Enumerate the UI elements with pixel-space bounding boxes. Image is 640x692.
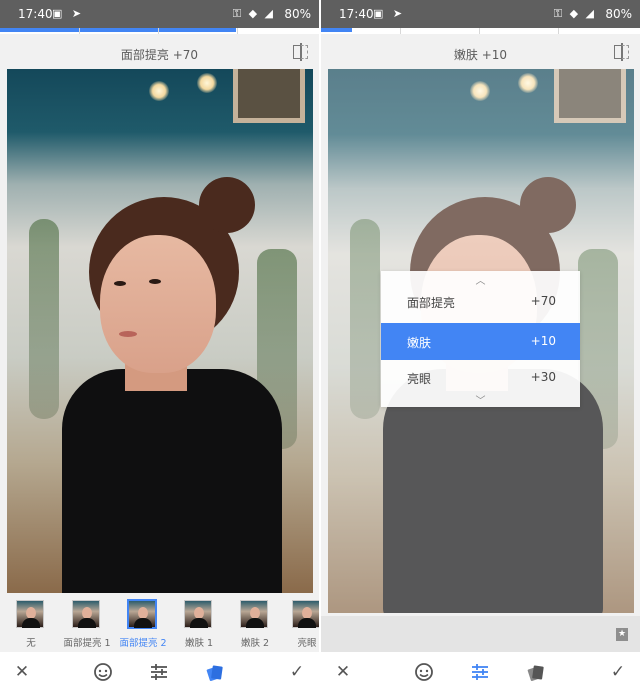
popup-row[interactable]: 亮眼 +30 — [381, 359, 580, 396]
status-time: 17:40 — [18, 7, 53, 21]
close-icon[interactable]: ✕ — [331, 660, 355, 684]
confirm-icon[interactable]: ✓ — [285, 660, 309, 684]
styles-icon[interactable] — [524, 660, 548, 684]
popup-row-value: +10 — [530, 334, 556, 348]
subject-face — [100, 235, 216, 373]
status-bar: 17:40 ▣ ➤ ⚿ ◆ ◢ 80% — [321, 0, 640, 28]
adjust-icon[interactable] — [468, 660, 492, 684]
filter-thumb[interactable]: 嫩肤 1 — [167, 599, 231, 649]
photo-preview[interactable]: ︿ 面部提亮 +70 嫩肤 +10 亮眼 +30 ﹀ — [328, 69, 634, 613]
styles-icon[interactable] — [203, 660, 227, 684]
popup-row[interactable]: 面部提亮 +70 — [381, 283, 580, 320]
confirm-icon[interactable]: ✓ — [606, 660, 630, 684]
progress-fill — [321, 28, 352, 32]
popup-row-value: +70 — [530, 294, 556, 308]
chevron-down-icon[interactable]: ﹀ — [381, 392, 580, 407]
star-icon[interactable]: ★ — [616, 628, 628, 641]
face-icon[interactable] — [412, 660, 436, 684]
notification-icons: ▣ ➤ — [373, 7, 406, 20]
filter-thumb[interactable]: 亮眼 — [275, 599, 319, 649]
popup-row-active[interactable]: 嫩肤 +10 — [381, 323, 580, 360]
popup-row-value: +30 — [530, 370, 556, 384]
adjustment-popup: ︿ 面部提亮 +70 嫩肤 +10 亮眼 +30 ﹀ — [381, 271, 580, 407]
popup-row-name: 面部提亮 — [407, 296, 456, 310]
filter-label: 亮眼 — [297, 638, 317, 649]
subject-lips — [119, 331, 137, 337]
background-plant — [29, 219, 59, 419]
wall-frame — [233, 69, 305, 123]
adjust-icon[interactable] — [147, 660, 171, 684]
page-title: 面部提亮 +70 — [120, 48, 199, 62]
filter-label: 无 — [26, 638, 36, 649]
bottom-toolbar: ✕ ✓ — [321, 652, 640, 692]
screen-right: 17:40 ▣ ➤ ⚿ ◆ ◢ 80% 嫩肤 +10 ︿ 面部提亮 +70 嫩肤… — [321, 0, 640, 692]
status-time: 17:40 — [339, 7, 374, 21]
status-bar: 17:40 ▣ ➤ ⚿ ◆ ◢ 80% — [0, 0, 319, 28]
system-icons: ⚿ ◆ ◢ — [232, 7, 275, 20]
light-bulb — [197, 73, 217, 93]
popup-row-name: 亮眼 — [407, 372, 432, 386]
filter-label: 面部提亮 1 — [63, 638, 111, 649]
bottom-toolbar: ✕ ✓ — [0, 652, 319, 692]
tool-options-area: ★ — [321, 616, 640, 656]
title-bar: 嫩肤 +10 — [321, 34, 640, 72]
filter-strip: 无 面部提亮 1 面部提亮 2 嫩肤 1 嫩肤 2 亮眼 — [0, 594, 319, 650]
battery-level: 80% — [284, 7, 311, 21]
title-bar: 面部提亮 +70 — [0, 34, 319, 72]
filter-thumb[interactable]: 无 — [0, 599, 63, 649]
screen-left: 17:40 ▣ ➤ ⚿ ◆ ◢ 80% 面部提亮 +70 无 面部提亮 1 面部… — [0, 0, 319, 692]
filter-thumb[interactable]: 面部提亮 1 — [55, 599, 119, 649]
photo-preview[interactable] — [7, 69, 313, 593]
subject-hair-bun — [199, 177, 255, 233]
page-title: 嫩肤 +10 — [453, 48, 508, 62]
light-bulb — [149, 81, 169, 101]
filter-thumb-selected[interactable]: 面部提亮 2 — [111, 599, 175, 649]
system-icons: ⚿ ◆ ◢ — [553, 7, 596, 20]
notification-icons: ▣ ➤ — [52, 7, 85, 20]
filter-label: 面部提亮 2 — [119, 638, 167, 649]
compare-icon[interactable] — [614, 43, 630, 61]
face-icon[interactable] — [91, 660, 115, 684]
subject-torso — [62, 369, 282, 593]
close-icon[interactable]: ✕ — [10, 660, 34, 684]
subject-eye — [149, 279, 161, 284]
compare-icon[interactable] — [293, 43, 309, 61]
progress-fill — [0, 28, 236, 32]
battery-level: 80% — [605, 7, 632, 21]
filter-label: 嫩肤 1 — [184, 638, 214, 649]
popup-row-name: 嫩肤 — [407, 336, 432, 350]
subject-eye — [114, 281, 126, 286]
